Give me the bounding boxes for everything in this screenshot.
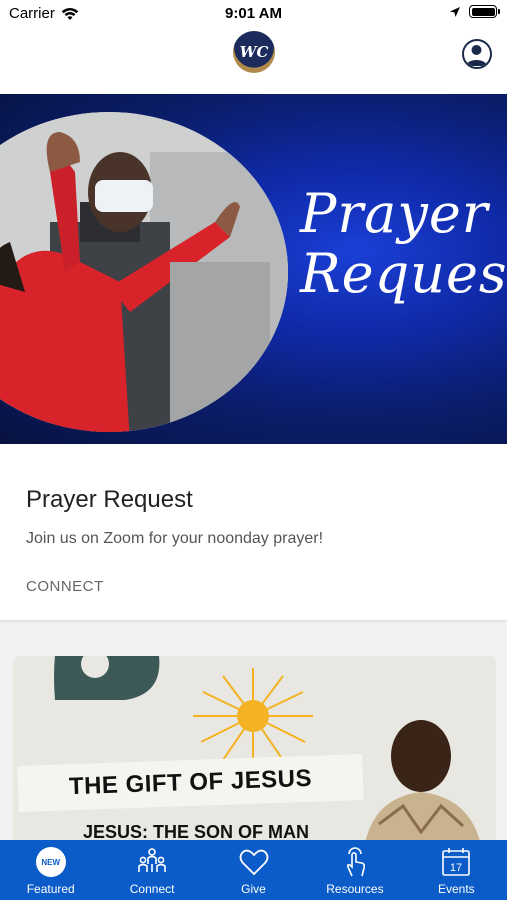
card-description: Join us on Zoom for your noonday prayer! bbox=[26, 530, 324, 547]
tap-hand-icon bbox=[339, 846, 371, 878]
card-title: Prayer Request bbox=[26, 486, 193, 513]
calendar-day: 17 bbox=[450, 862, 462, 874]
connect-link[interactable]: CONNECT bbox=[26, 578, 104, 595]
people-icon bbox=[136, 846, 168, 878]
calendar-icon: 17 bbox=[440, 846, 472, 878]
tab-resources[interactable]: Resources bbox=[304, 840, 405, 900]
prayer-request-card[interactable]: Prayer Request Join us on Zoom for your … bbox=[0, 444, 507, 620]
heart-icon bbox=[238, 846, 270, 878]
tab-label: Connect bbox=[129, 882, 175, 896]
app-header: WC bbox=[0, 28, 507, 94]
battery-icon bbox=[469, 5, 500, 18]
sermon-subline: JESUS: THE SON OF MAN bbox=[83, 822, 310, 840]
sermon-series-card[interactable]: THE GIFT OF JESUS JESUS: THE SON OF MAN bbox=[13, 656, 496, 840]
tab-label: Give bbox=[241, 882, 266, 896]
banner-title-line2: Request bbox=[300, 242, 507, 305]
tab-label: Resources bbox=[326, 882, 384, 896]
bottom-tab-bar: NEW Featured Connect Give Resources 17 E… bbox=[0, 840, 507, 900]
tab-events[interactable]: 17 Events bbox=[406, 840, 507, 900]
clock: 9:01 AM bbox=[225, 5, 282, 22]
tab-featured[interactable]: NEW Featured bbox=[0, 840, 101, 900]
new-badge: NEW bbox=[35, 847, 66, 877]
church-logo[interactable]: WC bbox=[233, 31, 275, 73]
status-bar: Carrier 9:01 AM bbox=[0, 0, 507, 28]
location-arrow-icon bbox=[450, 6, 460, 17]
tab-give[interactable]: Give bbox=[203, 840, 304, 900]
logo-text: WC bbox=[239, 43, 269, 61]
new-badge-icon: NEW bbox=[35, 846, 67, 878]
banner-title: Prayer Request bbox=[300, 182, 507, 305]
user-icon bbox=[466, 45, 487, 66]
tab-connect[interactable]: Connect bbox=[101, 840, 202, 900]
banner-title-line1: Prayer bbox=[300, 182, 489, 245]
sermon-artwork bbox=[54, 656, 480, 840]
tab-label: Events bbox=[437, 882, 475, 896]
banner-photo bbox=[0, 112, 288, 432]
featured-feed[interactable]: Prayer Request Prayer Request Join us on… bbox=[0, 94, 507, 840]
prayer-request-banner[interactable]: Prayer Request bbox=[0, 94, 507, 444]
tab-label: Featured bbox=[26, 882, 75, 896]
praying-people-illustration bbox=[0, 112, 288, 432]
profile-button[interactable] bbox=[462, 39, 492, 69]
